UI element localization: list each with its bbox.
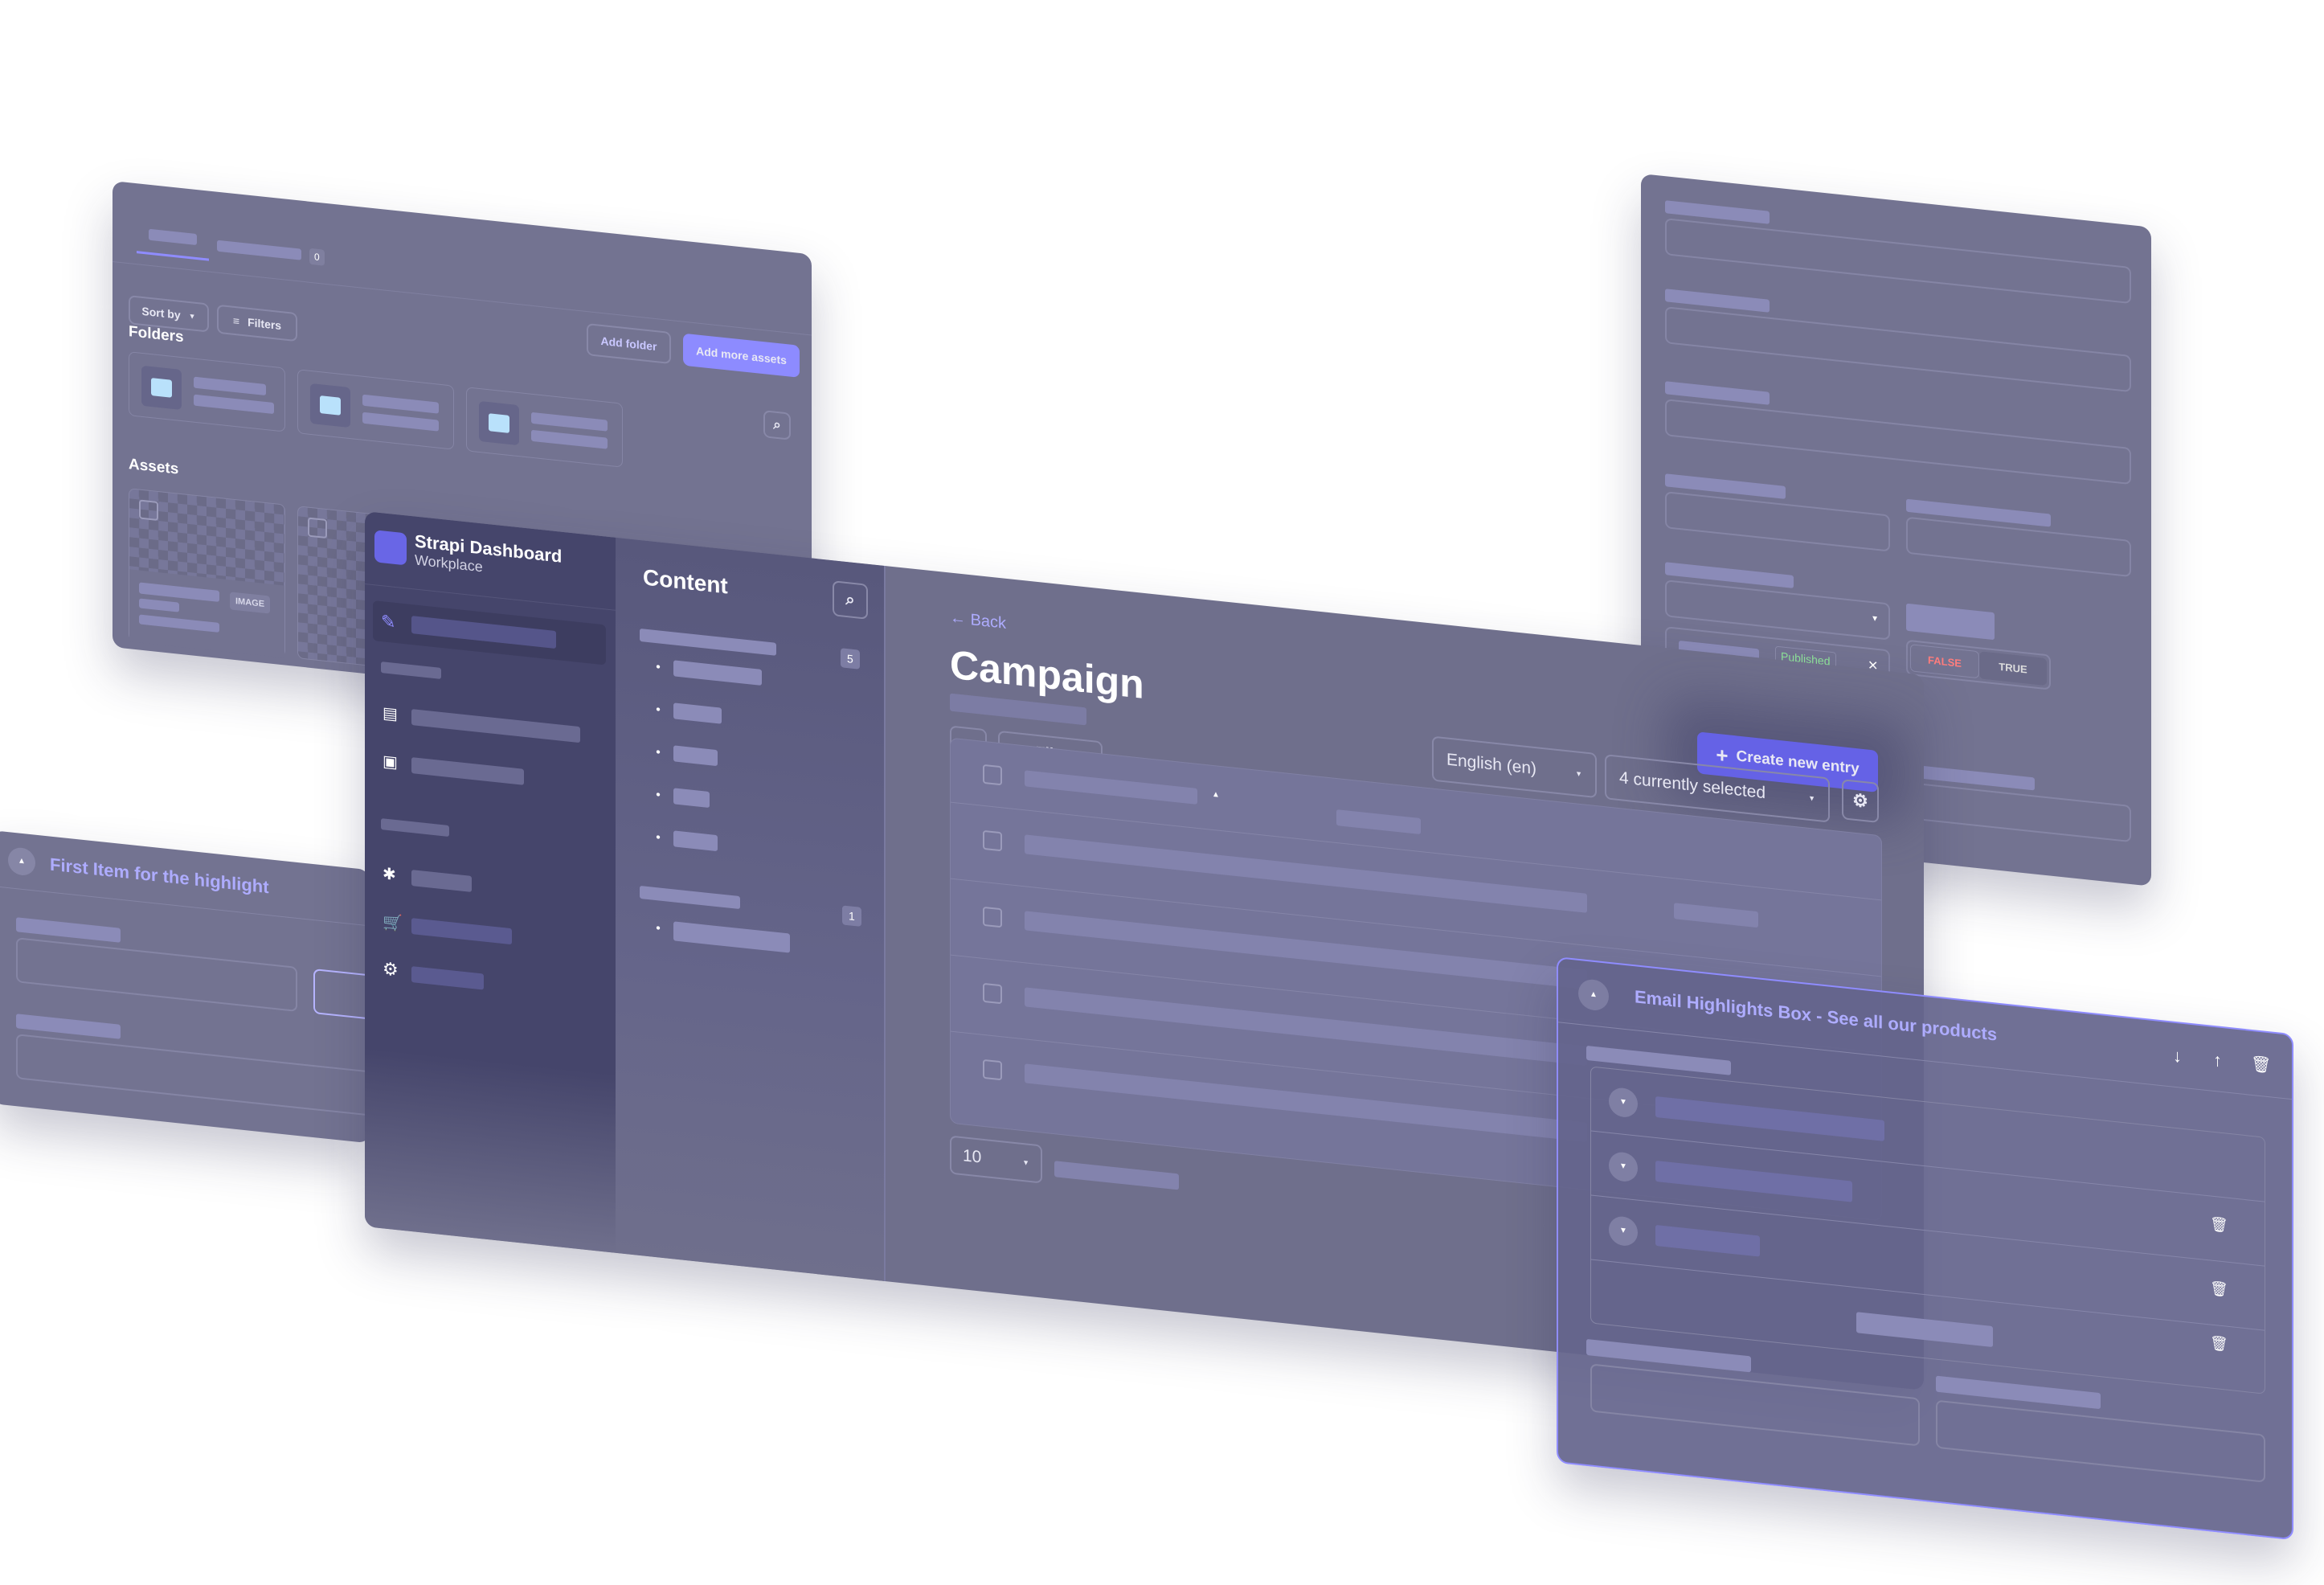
text-field[interactable]: [1590, 1363, 1920, 1447]
row-checkbox[interactable]: [983, 829, 1002, 852]
sidebar-item-plugins[interactable]: ✱: [373, 858, 606, 914]
chevron-down-icon: ▼: [1808, 793, 1815, 803]
repeatable-list: ▼ ▼ 🗑 ▼ 🗑 🗑: [1590, 1066, 2265, 1395]
text-field[interactable]: [16, 1034, 370, 1120]
expand-icon[interactable]: ▼: [1609, 1214, 1638, 1247]
folder-icon: [320, 395, 341, 416]
asset-card[interactable]: IMAGE: [129, 488, 285, 658]
image-icon: ▣: [383, 752, 398, 772]
expand-icon[interactable]: ▼: [1609, 1150, 1638, 1183]
text-field[interactable]: [1665, 306, 2131, 393]
add-more-assets-button[interactable]: Add more assets: [683, 333, 800, 378]
chevron-down-icon: ▼: [188, 311, 196, 321]
nav-link[interactable]: ●: [656, 919, 790, 953]
text-field[interactable]: [1936, 1399, 2265, 1483]
filters-button[interactable]: ≡ Filters: [217, 304, 297, 342]
nav-link[interactable]: ●: [656, 743, 718, 767]
tab-folders[interactable]: [217, 240, 301, 260]
folder-card[interactable]: [129, 351, 285, 432]
count-badge: 5: [841, 648, 860, 670]
asset-type-badge: IMAGE: [230, 592, 271, 614]
trash-icon[interactable]: 🗑: [2251, 1054, 2271, 1076]
text-field[interactable]: [1665, 218, 2131, 305]
text-field[interactable]: [1906, 781, 2131, 843]
locale-select[interactable]: English (en) ▼: [1432, 735, 1597, 799]
nav-link[interactable]: ●: [656, 701, 722, 724]
gear-icon: ⚙: [383, 958, 399, 981]
page-size-select[interactable]: 10 ▼: [950, 1135, 1042, 1184]
folder-icon: [151, 378, 172, 398]
add-folder-button[interactable]: Add folder: [587, 323, 671, 365]
toggle-true[interactable]: TRUE: [1979, 651, 2047, 686]
pen-icon: ✎: [381, 611, 396, 633]
app-logo: [374, 530, 407, 566]
arrow-left-icon: ←: [950, 608, 971, 629]
folder-icon: [489, 413, 509, 433]
nav-link[interactable]: ●: [656, 829, 718, 852]
content-nav-title: Content: [643, 564, 728, 599]
sidebar-item-builder[interactable]: ▤: [373, 697, 606, 753]
asset-checkbox[interactable]: [308, 517, 327, 539]
highlight-component-panel: ▲ First Item for the highlight: [0, 830, 370, 1144]
select-all-checkbox[interactable]: [983, 764, 1002, 786]
email-highlights-panel: ▲ Email Highlights Box - See all our pro…: [1557, 956, 2293, 1541]
row-checkbox[interactable]: [983, 906, 1002, 928]
search-button[interactable]: ⌕: [763, 410, 791, 440]
active-tab-indicator: [137, 251, 209, 261]
back-link[interactable]: ← Back: [950, 609, 1006, 633]
tab-count-badge: 0: [309, 248, 325, 266]
folder-card[interactable]: [297, 369, 454, 450]
plus-icon: +: [1716, 742, 1729, 768]
sidebar: Strapi Dashboard Workplace ✎ ▤ ▣ ✱ 🛒 ⚙: [365, 511, 616, 1253]
text-field[interactable]: [16, 937, 297, 1012]
filter-icon: ≡: [232, 313, 240, 328]
back-label: Back: [970, 611, 1007, 633]
trash-icon[interactable]: 🗑: [2210, 1215, 2228, 1234]
sidebar-item-settings[interactable]: ⚙: [373, 954, 606, 1010]
nav-link[interactable]: ●: [656, 658, 762, 686]
text-field[interactable]: [1906, 516, 2131, 578]
asset-checkbox[interactable]: [139, 499, 158, 521]
folder-card[interactable]: [466, 387, 623, 468]
layout-icon: ▤: [383, 704, 398, 724]
expand-icon[interactable]: ▼: [1609, 1086, 1638, 1119]
page-size-value: 10: [963, 1146, 982, 1167]
text-field[interactable]: [1665, 399, 2131, 485]
settings-button[interactable]: ⚙: [1842, 779, 1879, 824]
count-badge: 1: [842, 905, 861, 927]
row-checkbox[interactable]: [983, 982, 1002, 1005]
chevron-down-icon: ▼: [1575, 769, 1582, 779]
trash-icon[interactable]: 🗑: [2210, 1334, 2228, 1353]
sidebar-item-content-manager[interactable]: ✎: [373, 600, 606, 666]
toggle-false[interactable]: FALSE: [1910, 644, 1979, 679]
sidebar-item-marketplace[interactable]: 🛒: [373, 906, 606, 962]
chevron-down-icon: ▼: [1022, 1157, 1029, 1167]
locale-value: English (en): [1446, 750, 1537, 779]
content-nav: Content ⌕ 5 ● ● ● ● ● 1 ●: [616, 537, 886, 1282]
assets-heading: Assets: [129, 456, 179, 478]
cart-icon: 🛒: [383, 913, 403, 933]
gear-icon: ⚙: [1852, 789, 1868, 812]
columns-value: 4 currently selected: [1619, 768, 1766, 803]
puzzle-icon: ✱: [383, 865, 396, 885]
move-up-icon[interactable]: ↑: [2213, 1050, 2222, 1071]
sidebar-item-media[interactable]: ▣: [373, 745, 606, 801]
search-button[interactable]: ⌕: [833, 580, 868, 620]
row-checkbox[interactable]: [983, 1059, 1002, 1081]
text-field[interactable]: [1665, 491, 1890, 552]
filters-label: Filters: [248, 315, 282, 333]
move-down-icon[interactable]: ↓: [2173, 1046, 2182, 1067]
boolean-toggle[interactable]: FALSE TRUE: [1906, 639, 2051, 690]
text-field-focused[interactable]: [313, 969, 370, 1024]
sort-asc-icon[interactable]: ▲: [1212, 790, 1220, 800]
nav-link[interactable]: ●: [656, 786, 710, 809]
tab-assets[interactable]: [149, 228, 197, 246]
chevron-down-icon: ▼: [1871, 614, 1879, 625]
sort-by-label: Sort by: [141, 304, 181, 322]
trash-icon[interactable]: 🗑: [2210, 1280, 2228, 1298]
